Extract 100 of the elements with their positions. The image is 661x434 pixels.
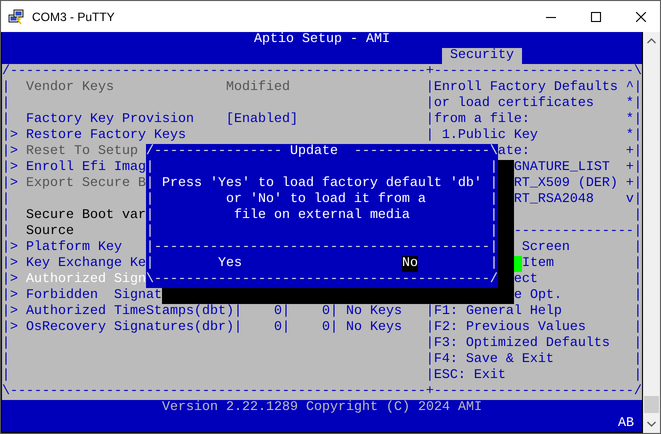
setup-text: No Keys	[344, 320, 402, 336]
border-line: |	[632, 320, 642, 336]
setup-text: e Opt.	[514, 288, 562, 304]
setup-text: 0	[272, 304, 282, 320]
setup-text: Factory Key Provision	[24, 112, 194, 128]
setup-text: 0	[320, 320, 330, 336]
border-line: +|	[624, 176, 642, 192]
border-line: |	[234, 320, 242, 336]
border-line: |	[2, 224, 10, 240]
border-line: |>	[2, 240, 18, 256]
screen-title: Aptio Setup - AMI	[254, 32, 390, 48]
dialog-option[interactable]: No	[402, 256, 418, 272]
heading-text: Source	[24, 224, 75, 240]
border-line: |	[424, 112, 434, 128]
border-line: |	[632, 336, 642, 352]
dialog-border: | |	[146, 160, 498, 176]
setup-text: from a file:	[434, 112, 530, 128]
border-line: |	[424, 80, 434, 96]
border-line: |	[282, 320, 290, 336]
border-line: |>	[2, 128, 18, 144]
dialog-border: -----------------\	[338, 144, 498, 160]
border-line: |	[632, 256, 642, 272]
border-line: *|	[624, 112, 642, 128]
border-line: ---------------|	[514, 224, 642, 240]
setup-text: GNATURE_LIST	[514, 160, 610, 176]
border-line: +|	[624, 144, 642, 160]
border-line: |>	[2, 176, 18, 192]
border-line: *|	[624, 96, 642, 112]
border-line: |>	[2, 144, 18, 160]
setup-text: ate:	[498, 144, 530, 160]
border-line: |	[632, 368, 642, 384]
border-line: |	[424, 320, 434, 336]
setup-text: Key Exchange Ke	[24, 256, 146, 272]
border-line: v|	[624, 192, 642, 208]
border-line: |>	[2, 304, 18, 320]
border-line: |	[632, 272, 642, 288]
heading-text: Secure Boot var	[24, 208, 146, 224]
dialog-border: |	[482, 176, 498, 192]
border-line: | |	[2, 368, 434, 384]
setup-text: Restore Factory Keys	[24, 128, 186, 144]
setup-text: Forbidden Signat	[24, 288, 162, 304]
scroll-down-icon[interactable]	[647, 421, 656, 427]
border-line: +|	[624, 160, 642, 176]
close-icon[interactable]	[636, 12, 646, 22]
setup-text: ect	[514, 272, 538, 288]
tab[interactable]: Security	[442, 48, 522, 64]
dialog-border: /----------------	[146, 144, 290, 160]
border-line: *|	[624, 128, 642, 144]
border-line: | |	[2, 352, 434, 368]
computer-icon	[8, 8, 24, 24]
scroll-thumb[interactable]	[644, 396, 659, 413]
dialog-border: |	[146, 192, 226, 208]
border-line: |>	[2, 320, 18, 336]
dialog-border: |------------------------------------------|	[146, 240, 498, 256]
setup-text: F4: Save & Exit	[434, 352, 554, 368]
border-line: |	[632, 288, 642, 304]
setup-text: RT_X509 (DER)	[514, 176, 618, 192]
dialog-border: |	[410, 208, 498, 224]
dialog-message: or 'No' to load it from a	[226, 192, 426, 208]
border-line: |	[2, 112, 10, 128]
dialog-option[interactable]: Yes	[218, 256, 242, 272]
status-text: AB	[618, 416, 634, 432]
border-line: |	[330, 320, 338, 336]
disabled-text: Reset To Setup	[24, 144, 139, 160]
window-title: COM3 - PuTTY	[32, 10, 115, 24]
maximize-icon[interactable]	[591, 12, 601, 22]
setup-text: 0	[320, 304, 330, 320]
disabled-text: Export Secure B	[24, 176, 146, 192]
border-line: |>	[2, 256, 18, 272]
scrollbar[interactable]	[643, 32, 660, 433]
dialog-shadow	[498, 160, 514, 176]
dialog-border: |	[146, 256, 218, 272]
border-line: |	[632, 352, 642, 368]
border-line: ^|	[624, 80, 642, 96]
setup-text: OsRecovery Signatures(dbr)	[24, 320, 234, 336]
border-line: |	[330, 304, 338, 320]
border-line: |>	[2, 160, 18, 176]
setup-text: Platform Key	[24, 240, 123, 256]
setup-text: ESC: Exit	[434, 368, 506, 384]
border-line: \----------------------------------------------------+-------------------------/	[2, 384, 642, 400]
setup-text: F2: Previous Values	[434, 320, 586, 336]
setup-text: RT_RSA2048	[514, 192, 594, 208]
border-line: | |	[2, 336, 434, 352]
border-line: |	[424, 128, 434, 144]
border-line: | |	[2, 96, 434, 112]
dialog-border: |	[418, 256, 498, 272]
setup-text: Item	[522, 256, 554, 272]
dialog-message: Press 'Yes' to load factory default 'db'	[162, 176, 482, 192]
border-line: |	[282, 304, 290, 320]
border-line: |	[2, 192, 11, 208]
border-line: |>	[2, 272, 18, 288]
border-line: |>	[2, 288, 18, 304]
border-line: /----------------------------------------------------+-------------------------\	[2, 64, 642, 80]
version-text: Version 2.22.1289 Copyright (C) 2024 AMI	[162, 400, 482, 416]
setup-text: Enroll Factory Defaults	[434, 80, 618, 96]
setup-text: 1.Public Key	[440, 128, 538, 144]
setup-text: 0	[272, 320, 282, 336]
scroll-up-icon[interactable]	[647, 38, 656, 44]
border-line: |	[424, 304, 434, 320]
border-line: |	[2, 80, 10, 96]
